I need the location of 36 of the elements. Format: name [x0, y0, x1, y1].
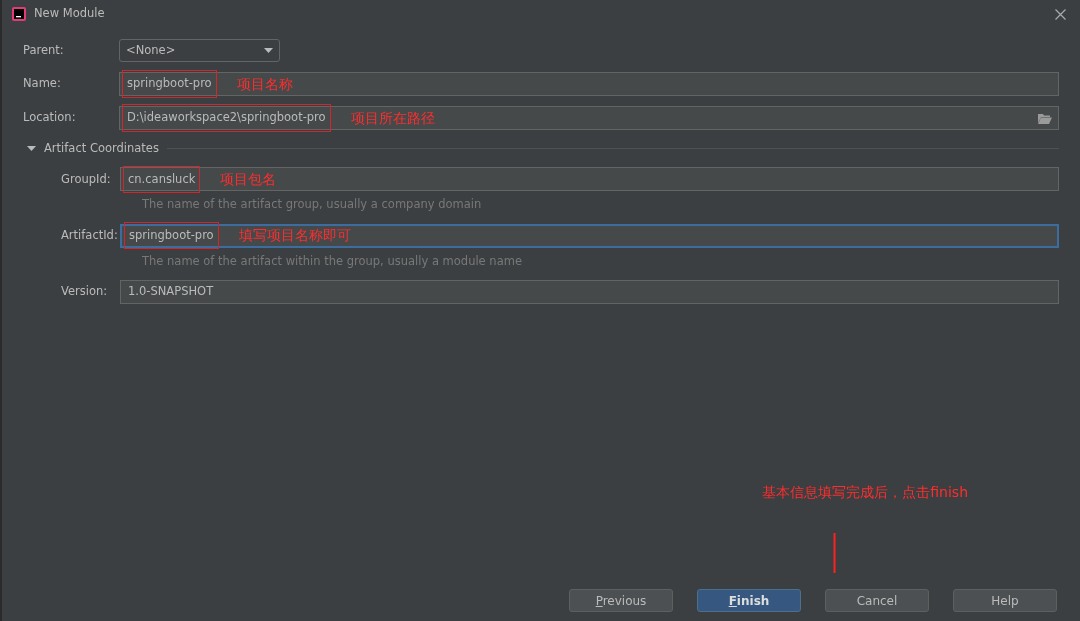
- close-icon[interactable]: [1055, 8, 1066, 20]
- field-value: springboot-pro: [122, 70, 217, 98]
- dropdown-arrow-icon: [264, 48, 273, 53]
- annotation-note: 项目名称: [236, 74, 293, 94]
- annotation-note: 项目包名: [220, 169, 277, 189]
- dialog-button[interactable]: Help: [953, 589, 1057, 612]
- hint-text: The name of the artifact group, usually a company domain: [142, 196, 483, 214]
- input-field[interactable]: 1.0-SNAPSHOT: [120, 279, 1059, 304]
- input-field[interactable]: D:\ideaworkspace2\springboot-pro 项目所在路径: [119, 106, 1059, 130]
- app-icon: [12, 7, 26, 21]
- parent-dropdown[interactable]: <None>: [119, 39, 280, 62]
- field-label: ArtifactId:: [61, 226, 119, 244]
- field-value: D:\ideaworkspace2\springboot-pro: [122, 104, 331, 132]
- field-label: Location:: [23, 109, 77, 127]
- field-label: Name:: [23, 75, 62, 93]
- dialog-button[interactable]: Cancel: [825, 589, 929, 612]
- field-value: 1.0-SNAPSHOT: [127, 283, 215, 301]
- field-value: cn.cansluck: [123, 165, 201, 193]
- field-label: Version:: [61, 283, 109, 301]
- input-field[interactable]: springboot-pro 填写项目名称即可: [120, 223, 1059, 248]
- field-label: Parent:: [23, 41, 65, 59]
- input-field[interactable]: springboot-pro 项目名称: [119, 72, 1059, 96]
- expanded-arrow-icon[interactable]: [27, 144, 36, 154]
- field-value: springboot-pro: [124, 221, 219, 250]
- field-label: GroupId:: [61, 170, 112, 188]
- annotation-note: 基本信息填写完成后，点击finish: [762, 483, 968, 502]
- dialog-button[interactable]: Finish: [697, 589, 801, 612]
- annotation-note: 填写项目名称即可: [238, 226, 351, 245]
- folder-icon[interactable]: [1038, 112, 1052, 124]
- leader-line: [833, 533, 836, 573]
- hint-text: The name of the artifact within the group, usually a module name: [142, 252, 523, 270]
- window-title: New Module: [34, 5, 105, 23]
- section-title[interactable]: Artifact Coordinates: [44, 140, 159, 158]
- dialog-button[interactable]: Previous: [569, 589, 673, 612]
- input-field[interactable]: cn.cansluck 项目包名: [120, 167, 1059, 192]
- annotation-note: 项目所在路径: [350, 108, 435, 128]
